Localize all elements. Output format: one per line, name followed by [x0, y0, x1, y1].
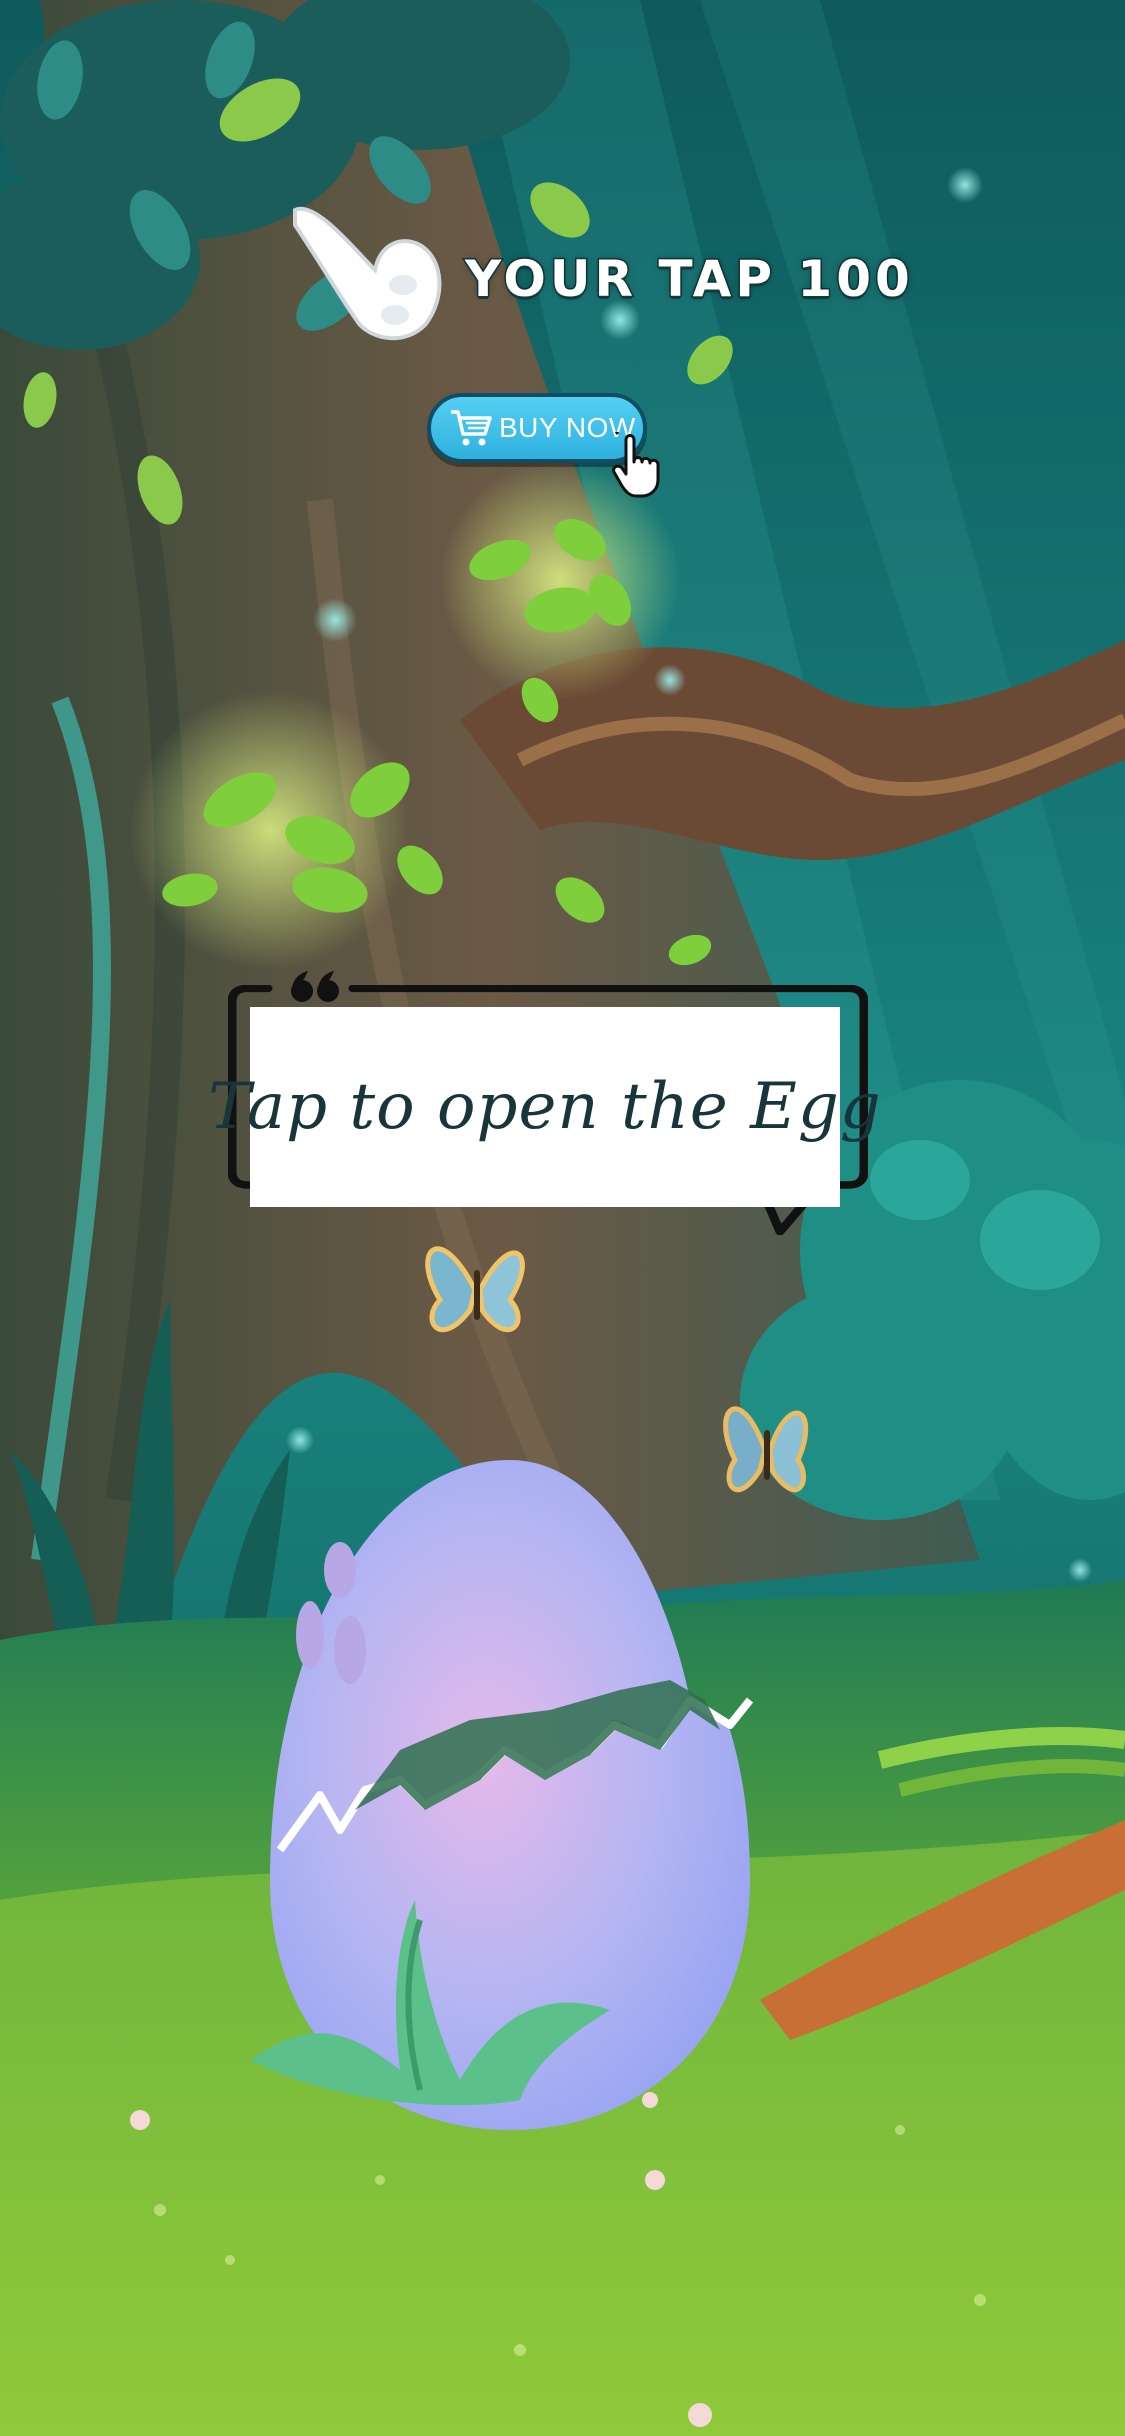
- cursor-hand-icon: [612, 432, 660, 498]
- speech-bubble: Tap to open the Egg: [208, 971, 881, 1235]
- shopping-cart-icon: [451, 410, 492, 446]
- tap-instruction: Tap to open the Egg: [208, 1070, 882, 1144]
- quote-icon: [291, 971, 339, 1002]
- pointing-hand-icon: [293, 206, 442, 341]
- cracked-egg[interactable]: [250, 1450, 770, 2140]
- tap-counter: YOUR TAP 100: [285, 190, 911, 360]
- speech-bubble-card: Tap to open the Egg: [208, 1007, 881, 1207]
- tap-counter-label: YOUR TAP 100: [464, 249, 914, 310]
